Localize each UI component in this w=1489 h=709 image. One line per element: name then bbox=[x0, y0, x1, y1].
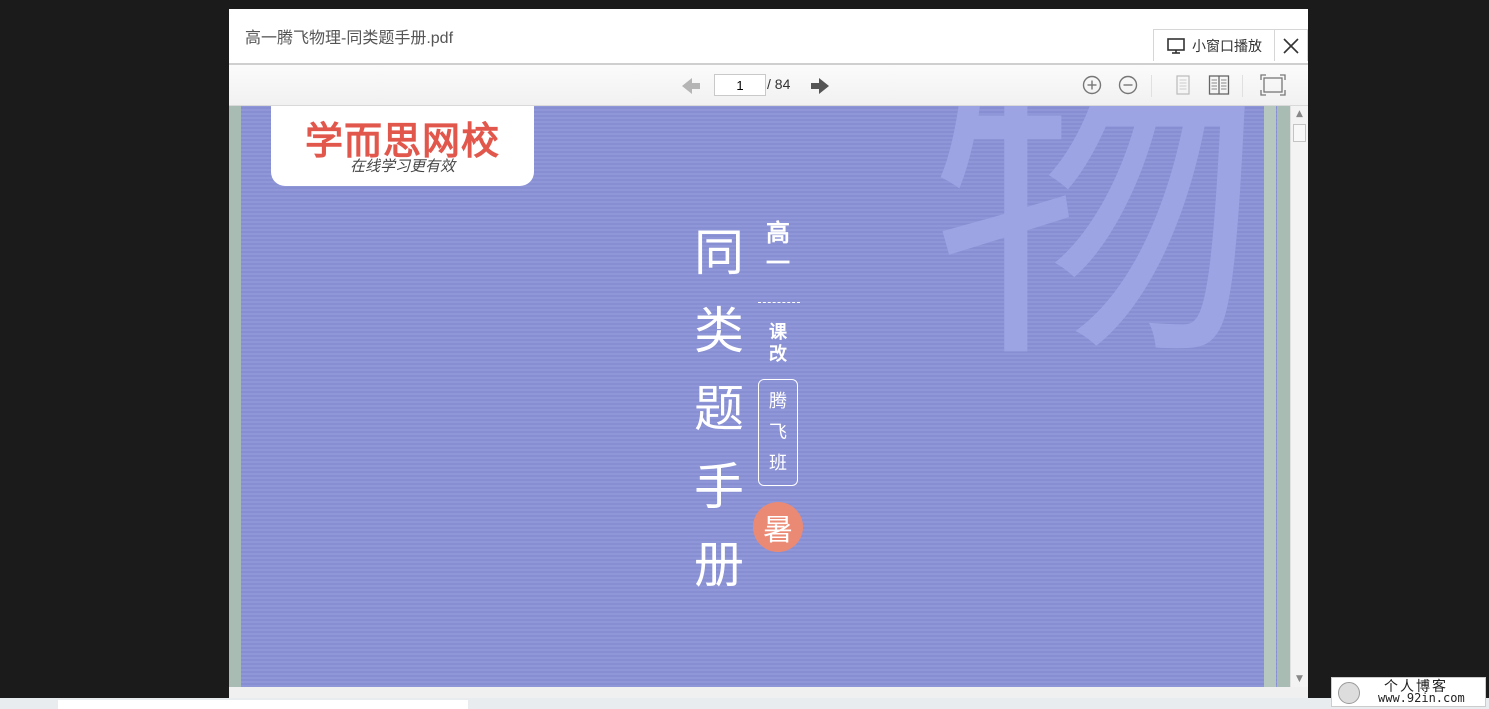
course-char: 课 bbox=[769, 322, 787, 343]
title-char: 题 bbox=[694, 380, 744, 438]
class-char: 腾 bbox=[769, 391, 787, 412]
taskbar-strip bbox=[0, 698, 1489, 709]
class-char: 飞 bbox=[769, 422, 787, 443]
vertical-scrollbar[interactable]: ▲ ▼ bbox=[1290, 106, 1308, 687]
taskbar-input-area bbox=[58, 700, 468, 709]
next-page-button[interactable] bbox=[810, 77, 830, 99]
document-area[interactable]: 物 学而思网校 在线学习更有效 同 类 题 手 册 高 一 课 改 腾 飞 班 … bbox=[229, 106, 1308, 687]
zoom-in-button[interactable] bbox=[1081, 74, 1103, 100]
double-page-icon bbox=[1208, 75, 1230, 95]
blog-watermark-badge: 个人博客 www.92in.com bbox=[1331, 677, 1486, 707]
viewer-footer bbox=[229, 687, 1308, 698]
cover-watermark: 物 bbox=[931, 106, 1261, 403]
fullscreen-icon bbox=[1260, 74, 1286, 96]
next-page-icon bbox=[811, 78, 829, 94]
close-icon bbox=[1283, 37, 1299, 54]
title-bar: 高一腾飞物理-同类题手册.pdf 小窗口播放 bbox=[229, 9, 1308, 63]
zoom-out-icon bbox=[1118, 75, 1138, 95]
toolbar-separator bbox=[1242, 75, 1243, 97]
cover-course: 课 改 bbox=[765, 322, 791, 366]
logo-card: 学而思网校 在线学习更有效 bbox=[271, 106, 534, 186]
season-badge: 暑 bbox=[753, 502, 803, 552]
zoom-in-icon bbox=[1082, 75, 1102, 95]
single-page-icon bbox=[1176, 75, 1190, 95]
prev-page-icon bbox=[682, 78, 700, 94]
class-char: 班 bbox=[769, 453, 787, 474]
title-char: 手 bbox=[694, 458, 744, 516]
pdf-toolbar: / 84 bbox=[229, 63, 1308, 106]
logo-slogan: 在线学习更有效 bbox=[349, 157, 455, 175]
cover-grade: 高 一 bbox=[763, 218, 793, 278]
cover-class-box: 腾 飞 班 bbox=[758, 379, 798, 486]
page-number-input[interactable] bbox=[714, 74, 766, 96]
scroll-up-arrow[interactable]: ▲ bbox=[1291, 106, 1308, 122]
file-title: 高一腾飞物理-同类题手册.pdf bbox=[245, 30, 454, 47]
title-char: 册 bbox=[694, 536, 744, 594]
single-page-button[interactable] bbox=[1172, 74, 1194, 100]
cover-divider bbox=[758, 302, 800, 303]
toolbar-separator bbox=[1151, 75, 1152, 97]
close-button[interactable] bbox=[1275, 29, 1308, 61]
title-char: 同 bbox=[694, 224, 744, 282]
blog-url: www.92in.com bbox=[1378, 691, 1465, 705]
double-page-button[interactable] bbox=[1208, 74, 1230, 100]
page-edge bbox=[1264, 106, 1276, 687]
scroll-down-arrow[interactable]: ▼ bbox=[1291, 671, 1308, 687]
course-char: 改 bbox=[769, 344, 787, 365]
avatar bbox=[1338, 682, 1360, 704]
grade-char: 一 bbox=[766, 249, 790, 277]
grade-char: 高 bbox=[766, 219, 790, 247]
title-char: 类 bbox=[694, 302, 744, 360]
mini-window-button[interactable]: 小窗口播放 bbox=[1153, 29, 1275, 61]
page-total: / 84 bbox=[767, 76, 791, 92]
fullscreen-button[interactable] bbox=[1260, 74, 1286, 100]
monitor-icon bbox=[1167, 37, 1185, 54]
pdf-viewer-window: 高一腾飞物理-同类题手册.pdf 小窗口播放 / 84 bbox=[229, 9, 1308, 698]
mini-window-label: 小窗口播放 bbox=[1192, 37, 1262, 54]
prev-page-button[interactable] bbox=[681, 77, 701, 99]
scroll-thumb[interactable] bbox=[1293, 124, 1306, 142]
cover-title: 同 类 题 手 册 bbox=[689, 214, 749, 604]
zoom-out-button[interactable] bbox=[1117, 74, 1139, 100]
pdf-page-cover: 物 学而思网校 在线学习更有效 同 类 题 手 册 高 一 课 改 腾 飞 班 … bbox=[241, 106, 1277, 687]
